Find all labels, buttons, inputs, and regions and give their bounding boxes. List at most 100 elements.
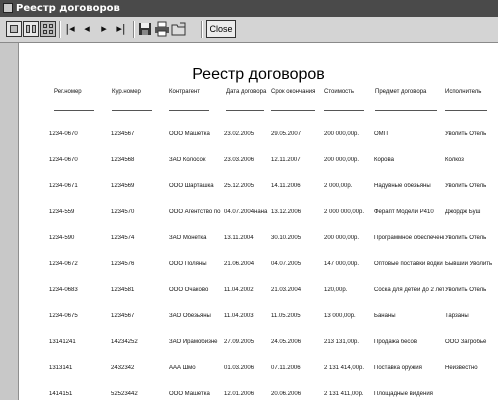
table-row: 1234-0683 1234581 ООО Очаково 11.04.2002 21.… bbox=[19, 287, 498, 297]
table-cell: 20.06.2006 bbox=[271, 391, 302, 397]
column-header: Стоимость bbox=[324, 89, 355, 95]
open-icon[interactable] bbox=[171, 21, 187, 37]
toolbar: |◂ ◂ ▸ ▸| Close bbox=[0, 17, 498, 43]
table-cell: 1234-0675 bbox=[49, 313, 78, 319]
table-cell: 13 000,00р. bbox=[324, 313, 356, 319]
table-cell: 25.12.2005 bbox=[224, 183, 255, 189]
header-underline bbox=[226, 110, 264, 111]
table-cell: 2 000 000,00р. bbox=[324, 209, 365, 215]
header-underline bbox=[324, 110, 364, 111]
table-cell: Соска для детей до 2 лет bbox=[374, 287, 444, 293]
save-icon[interactable] bbox=[137, 21, 153, 37]
table-cell: Бананы bbox=[374, 313, 396, 319]
table-cell: Джордж Буш bbox=[445, 209, 481, 215]
header-underline bbox=[445, 110, 487, 111]
table-row: 1234-0675 1234567 ЗАО Обезьяны 11.04.2003 11… bbox=[19, 313, 498, 323]
two-page-icon[interactable] bbox=[23, 21, 39, 37]
column-header: Предмет договора bbox=[375, 89, 427, 95]
header-underline bbox=[112, 110, 152, 111]
column-header: Дата договора bbox=[226, 89, 267, 95]
table-cell: Программное обеспечение bbox=[374, 235, 444, 241]
column-header: Исполнитель bbox=[445, 89, 482, 95]
table-cell: ООО Поляны bbox=[169, 261, 207, 267]
table-cell: ЗАО Обезьяны bbox=[169, 313, 211, 319]
table-cell: 1234-0672 bbox=[49, 261, 78, 267]
table-cell: Неизвестно bbox=[445, 365, 478, 371]
table-cell: Корова bbox=[374, 157, 394, 163]
table-cell: 13.11.2004 bbox=[224, 235, 254, 241]
table-cell: 11.04.2002 bbox=[224, 287, 254, 293]
table-cell: 1234-0683 bbox=[49, 287, 78, 293]
header-underline bbox=[375, 110, 437, 111]
table-cell: 200 000,00р. bbox=[324, 235, 360, 241]
app-icon bbox=[3, 3, 13, 13]
print-icon[interactable] bbox=[154, 21, 170, 37]
column-header: Срок окончания bbox=[271, 89, 316, 95]
table-cell: 14.11.2006 bbox=[271, 183, 301, 189]
table-cell: ООО Агентство по bbox=[169, 209, 221, 215]
table-cell: 2 131 414,00р. bbox=[324, 365, 365, 371]
table-cell: 1234-590 bbox=[49, 235, 75, 241]
close-button[interactable]: Close bbox=[206, 20, 236, 38]
toolbar-separator bbox=[201, 21, 203, 38]
table-cell: 24.05.2006 bbox=[271, 339, 302, 345]
table-cell: 21.06.2004 bbox=[224, 261, 255, 267]
table-cell: ОМП bbox=[374, 131, 388, 137]
table-cell: 14234252 bbox=[111, 339, 138, 345]
toolbar-separator bbox=[133, 21, 135, 38]
table-cell: 120,00р. bbox=[324, 287, 348, 293]
table-cell: 04.07.2005 bbox=[271, 261, 302, 267]
table-cell: 52523442 bbox=[111, 391, 138, 397]
toolbar-separator bbox=[59, 21, 61, 38]
table-cell: Оптовые поставки водки bbox=[374, 261, 443, 267]
table-cell: 11.04.2003 bbox=[224, 313, 254, 319]
title-bar: Реестр договоров bbox=[0, 0, 498, 17]
first-page-icon[interactable]: |◂ bbox=[62, 21, 78, 37]
table-cell: ООО Загробье bbox=[445, 339, 487, 345]
table-cell: 2432342 bbox=[111, 365, 135, 371]
left-panel bbox=[0, 43, 19, 400]
table-cell: Тарзаны bbox=[445, 313, 469, 319]
table-cell: ЗАО Ирамобизне bbox=[169, 339, 218, 345]
table-cell: 1234569 bbox=[111, 183, 135, 189]
table-cell: 30.10.2005 bbox=[271, 235, 302, 241]
table-cell: ООО Машетка bbox=[169, 391, 210, 397]
table-cell: 04.07.2004нана bbox=[224, 209, 268, 215]
table-cell: 23.02.2005 bbox=[224, 131, 255, 137]
table-cell: 13141241 bbox=[49, 339, 76, 345]
table-cell: 2 131 411,00р. bbox=[324, 391, 364, 397]
table-cell: Уволить Отель bbox=[445, 183, 487, 189]
table-cell: 1234581 bbox=[111, 287, 135, 293]
table-cell: 1234568 bbox=[111, 157, 135, 163]
table-row: 1234-0670 1234567 ООО Машетка 23.02.2005 29.… bbox=[19, 131, 498, 141]
single-page-icon[interactable] bbox=[6, 21, 22, 37]
table-cell: 13.12.2006 bbox=[271, 209, 302, 215]
table-cell: 23.03.2006 bbox=[224, 157, 255, 163]
column-header: Кур.номер bbox=[112, 89, 141, 95]
table-cell: Уволить Отель bbox=[445, 131, 487, 137]
table-cell: ООО Очаково bbox=[169, 287, 209, 293]
table-cell: 1234567 bbox=[111, 131, 135, 137]
table-cell: Площадные видения bbox=[374, 391, 433, 397]
table-cell: ООО Машетка bbox=[169, 131, 210, 137]
prev-page-icon[interactable]: ◂ bbox=[79, 21, 95, 37]
column-header: Рег.номер bbox=[54, 89, 82, 95]
next-page-icon[interactable]: ▸ bbox=[96, 21, 112, 37]
table-cell: 147 000,00р. bbox=[324, 261, 360, 267]
report-title: Реестр договоров bbox=[192, 66, 325, 83]
table-cell: 21.03.2004 bbox=[271, 287, 302, 293]
table-cell: ООО Шарташка bbox=[169, 183, 214, 189]
multi-page-icon[interactable] bbox=[40, 21, 56, 37]
last-page-icon[interactable]: ▸| bbox=[113, 21, 129, 37]
table-cell: Ферапт Модели Р410 bbox=[374, 209, 434, 215]
table-cell: 200 000,00р. bbox=[324, 131, 360, 137]
table-cell: 1313141 bbox=[49, 365, 73, 371]
header-underline bbox=[271, 110, 315, 111]
table-cell: 1234576 bbox=[111, 261, 135, 267]
table-row: 1234-590 1234574 ЗАО Монетка 13.11.2004 30.1… bbox=[19, 235, 498, 245]
table-cell: 1234-0670 bbox=[49, 131, 78, 137]
report-page[interactable]: Реестр договоров Рег.номер Кур.номер Кон… bbox=[19, 43, 498, 400]
table-cell: Поставка оружия bbox=[374, 365, 422, 371]
table-cell: 07.11.2006 bbox=[271, 365, 301, 371]
header-underline bbox=[169, 110, 209, 111]
